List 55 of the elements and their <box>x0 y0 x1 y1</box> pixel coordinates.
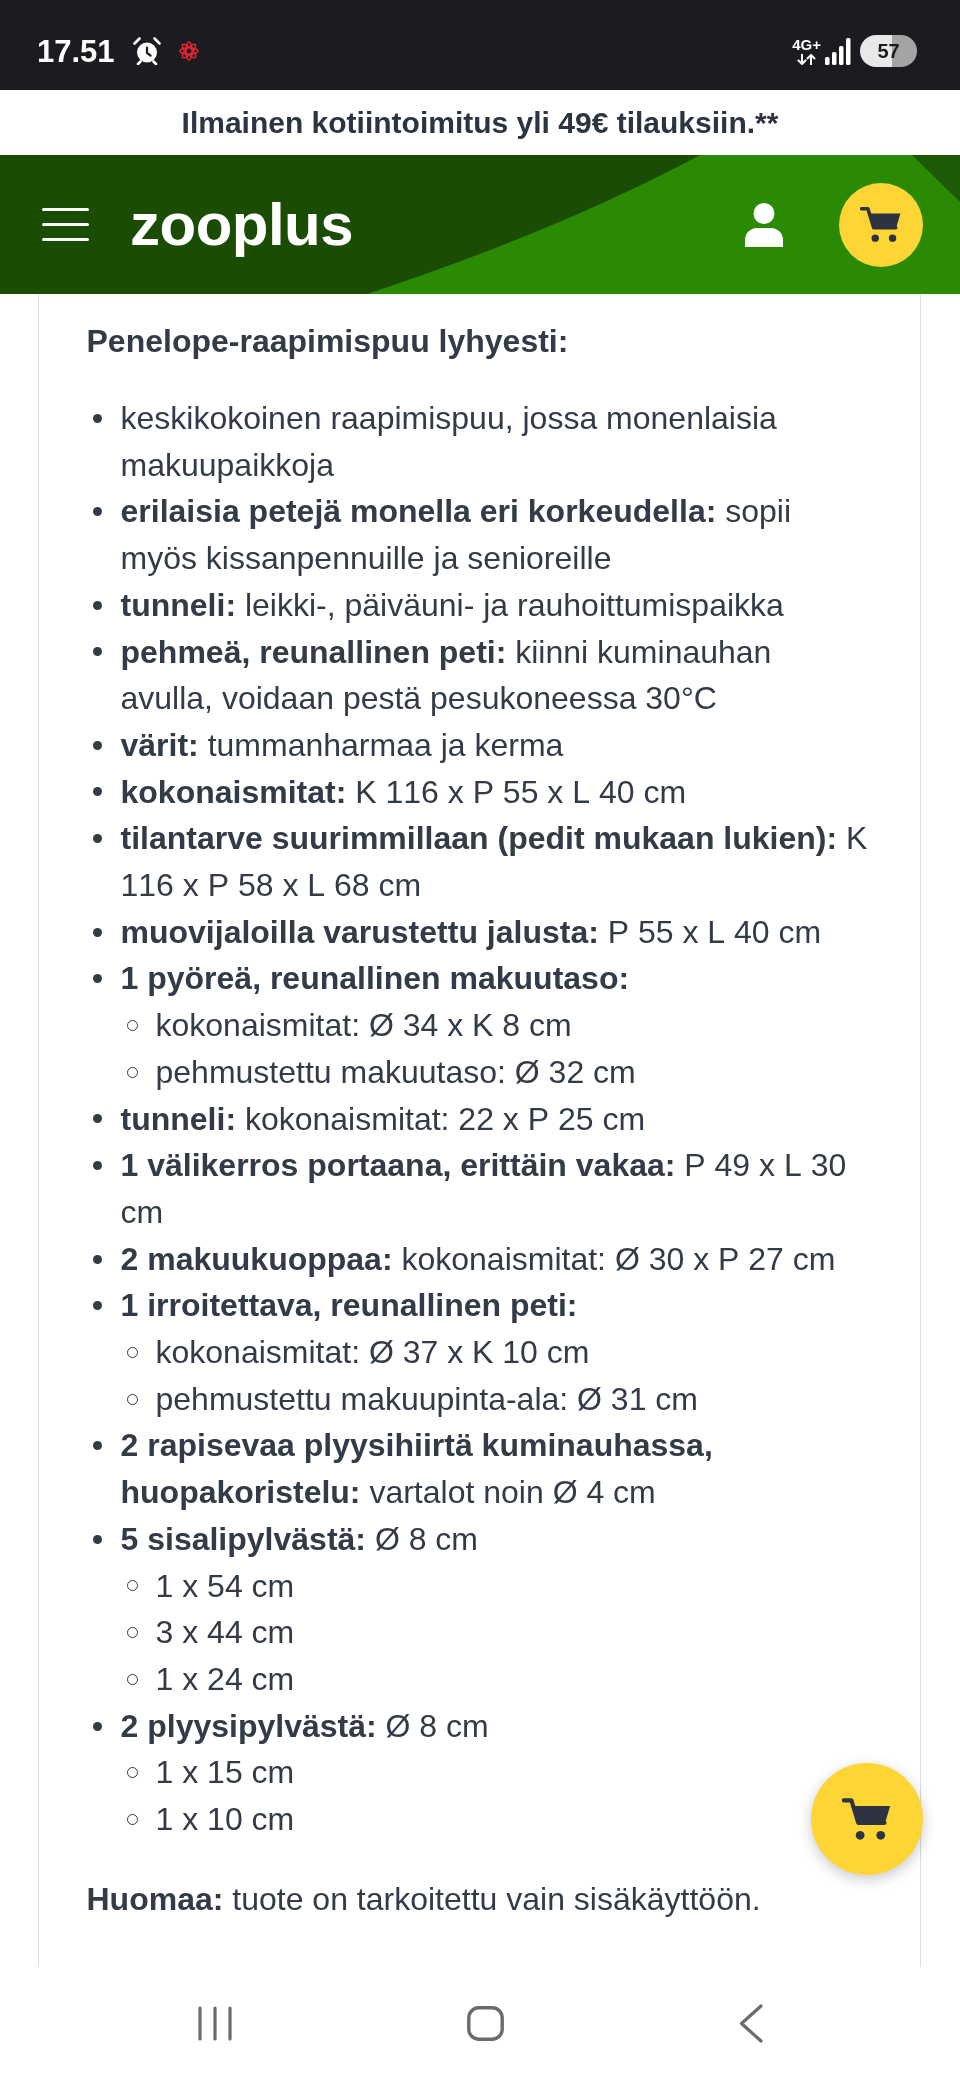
list-item-text: kokonaismitat: Ø 37 x K 10 cm <box>155 1333 590 1373</box>
list-item-text: 1 x 15 cm <box>155 1753 295 1793</box>
list-item-text: pehmustettu makuutaso: Ø 32 cm <box>155 1052 636 1092</box>
list-item-text: 2 rapisevaa plyysihiirtä kuminauhassa, huopakoristelu: vartalot noin Ø 4 cm <box>120 1426 714 1513</box>
bullet-icon <box>93 740 102 750</box>
bullet-icon <box>93 974 102 984</box>
list-item-text: 3 x 44 cm <box>155 1613 295 1653</box>
list-item-text: kokonaismitat: Ø 34 x K 8 cm <box>155 1006 572 1046</box>
bullet-icon <box>93 1114 102 1124</box>
bullet-icon <box>93 1534 102 1544</box>
list-item-text: 1 x 24 cm <box>155 1660 295 1699</box>
back-icon[interactable] <box>738 2004 763 2043</box>
floating-cart-button[interactable] <box>811 1763 923 1875</box>
menu-icon[interactable] <box>42 208 89 241</box>
bullet-icon <box>93 1254 102 1264</box>
list-item-text: 5 sisalipylvästä: Ø 8 cm <box>120 1519 478 1559</box>
bullet-icon <box>93 927 102 937</box>
list-item-text: värit: tummanharmaa ja kerma <box>120 725 564 765</box>
bullet-icon <box>93 1441 102 1451</box>
bullet-icon <box>93 600 102 610</box>
bullet-icon <box>93 1161 102 1171</box>
bullet-icon <box>93 787 102 797</box>
list-item-text: tunneli: leikki-, päiväuni- ja rauhoittumispaikka <box>120 585 784 625</box>
list-item-text: 1 x 10 cm <box>155 1800 295 1840</box>
note-text: Huomaa: tuote on tarkoitettu vain sisäkäyttöön. <box>86 1879 761 1919</box>
bullet-icon <box>93 1301 102 1311</box>
cart-icon <box>842 1797 892 1841</box>
flower-icon <box>178 41 199 61</box>
section-heading: Penelope-raapimispuu lyhyesti: <box>86 322 570 361</box>
bullet-icon <box>93 834 102 844</box>
list-item-text: muovijaloilla varustettu jalusta: P 55 x L 40 cm <box>120 912 822 952</box>
network-label: 4G+ <box>792 37 821 52</box>
bullet-icon <box>93 647 102 657</box>
list-item-text: 2 plyysipylvästä: Ø 8 cm <box>120 1706 489 1746</box>
battery-indicator: 57 <box>860 35 917 67</box>
signal-icon <box>825 37 851 65</box>
bullet-icon <box>93 413 102 423</box>
cart-icon <box>860 206 902 243</box>
list-item-text: 1 irroitettava, reunallinen peti: <box>120 1286 578 1326</box>
user-icon[interactable] <box>745 202 783 247</box>
list-item-text: 1 pyöreä, reunallinen makuutaso: <box>120 959 630 999</box>
promo-text: Ilmainen kotiintoimitus yli 49€ tilauksiin.** <box>181 105 779 140</box>
data-arrows-icon <box>797 54 817 65</box>
list-item-text: kokonaismitat: K 116 x P 55 x L 40 cm <box>120 772 687 812</box>
home-icon[interactable] <box>466 2006 504 2041</box>
bullet-icon <box>93 1721 102 1731</box>
site-logo[interactable]: zooplus <box>130 194 354 255</box>
list-item-text: 1 x 54 cm <box>155 1566 295 1606</box>
list-item-text: pehmustettu makuupinta-ala: Ø 31 cm <box>155 1379 698 1419</box>
list-item-text: 2 makuukuoppaa: kokonaismitat: Ø 30 x P 27 cm <box>120 1239 836 1279</box>
recent-apps-icon[interactable] <box>197 2006 232 2041</box>
status-time: 17.51 <box>37 35 115 67</box>
alarm-clock-icon <box>132 37 161 65</box>
bullet-icon <box>93 507 102 517</box>
list-item-text: tunneli: kokonaismitat: 22 x P 25 cm <box>120 1099 646 1139</box>
